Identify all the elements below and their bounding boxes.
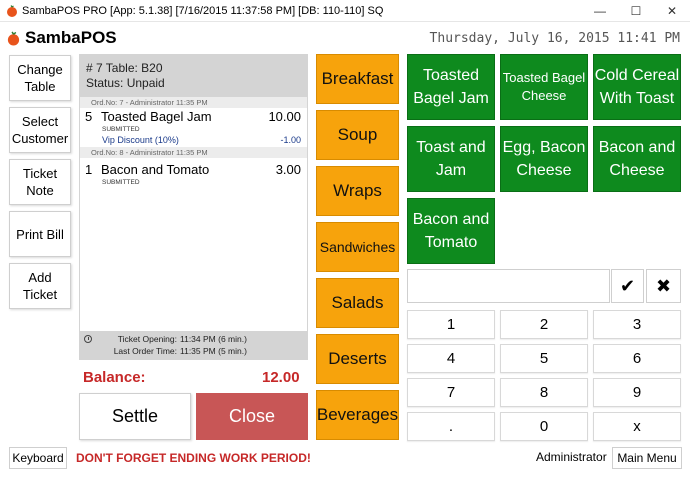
menu-item-toasted-bagel-cheese[interactable]: Toasted Bagel Cheese bbox=[500, 54, 588, 120]
menu-item-bacon-and-cheese[interactable]: Bacon and Cheese bbox=[593, 126, 681, 192]
order-item-name: Bacon and Tomato bbox=[101, 162, 210, 177]
category-salads[interactable]: Salads bbox=[316, 278, 399, 328]
select-customer-button[interactable]: Select Customer bbox=[9, 107, 71, 153]
last-order-value: 11:35 PM (5 min.) bbox=[180, 346, 247, 356]
numpad-input[interactable] bbox=[407, 269, 610, 303]
category-breakfast[interactable]: Breakfast bbox=[316, 54, 399, 104]
numpad-key[interactable]: x bbox=[593, 412, 681, 441]
balance-value: 12.00 bbox=[262, 369, 300, 386]
category-sandwiches[interactable]: Sandwiches bbox=[316, 222, 399, 272]
numpad-key[interactable]: 6 bbox=[593, 344, 681, 373]
numpad-key[interactable]: 9 bbox=[593, 378, 681, 407]
numpad-key[interactable]: . bbox=[407, 412, 495, 441]
numpad-key[interactable]: 0 bbox=[500, 412, 588, 441]
numpad-key[interactable]: 5 bbox=[500, 344, 588, 373]
window-titlebar: SambaPOS PRO [App: 5.1.38] [7/16/2015 11… bbox=[0, 0, 690, 22]
category-deserts[interactable]: Deserts bbox=[316, 334, 399, 384]
ticket-note-button[interactable]: Ticket Note bbox=[9, 159, 71, 205]
check-icon[interactable]: ✔ bbox=[611, 269, 644, 303]
minimize-button[interactable]: — bbox=[582, 0, 618, 22]
menu-item-toast-and-jam[interactable]: Toast and Jam bbox=[407, 126, 495, 192]
numpad-key[interactable]: 3 bbox=[593, 310, 681, 339]
ticket-panel: # 7 Table: B20 Status: Unpaid Ord.No: 7 … bbox=[79, 54, 308, 360]
order-meta: Ord.No: 8 - Administrator 11:35 PM bbox=[80, 147, 307, 158]
window-title: SambaPOS PRO [App: 5.1.38] [7/16/2015 11… bbox=[22, 4, 384, 17]
main-menu-button[interactable]: Main Menu bbox=[612, 447, 682, 469]
category-beverages[interactable]: Beverages bbox=[316, 390, 399, 440]
order-meta: Ord.No: 7 - Administrator 11:35 PM bbox=[80, 97, 307, 108]
current-user: Administrator bbox=[536, 450, 607, 464]
menu-item-egg-bacon-cheese[interactable]: Egg, Bacon Cheese bbox=[500, 126, 588, 192]
order-block[interactable]: Ord.No: 7 - Administrator 11:35 PM 5 Toa… bbox=[80, 97, 307, 147]
order-price: 10.00 bbox=[268, 109, 301, 124]
balance-label: Balance: bbox=[83, 369, 146, 386]
brand-name: SambaPOS bbox=[25, 28, 117, 47]
tomato-icon bbox=[7, 31, 20, 46]
ticket-footer: Ticket Opening: 11:34 PM (6 min.) Last Or… bbox=[80, 331, 307, 359]
menu-item-bacon-and-tomato[interactable]: Bacon and Tomato bbox=[407, 198, 495, 264]
work-period-warning: DON'T FORGET ENDING WORK PERIOD! bbox=[76, 451, 311, 465]
keyboard-button[interactable]: Keyboard bbox=[9, 447, 67, 469]
numpad-key[interactable]: 1 bbox=[407, 310, 495, 339]
order-state: SUBMITTED bbox=[102, 126, 140, 133]
close-ticket-button[interactable]: Close bbox=[196, 393, 308, 440]
clear-icon[interactable]: ✖ bbox=[646, 269, 681, 303]
order-discount: Vip Discount (10%) -1.00 bbox=[80, 134, 307, 147]
add-ticket-button[interactable]: Add Ticket bbox=[9, 263, 71, 309]
discount-name: Vip Discount (10%) bbox=[102, 135, 179, 145]
order-price: 3.00 bbox=[275, 162, 301, 177]
order-quantity: 1 bbox=[85, 162, 93, 177]
order-line[interactable]: 5 Toasted Bagel Jam 10.00 bbox=[80, 108, 307, 125]
order-line[interactable]: 1 Bacon and Tomato 3.00 bbox=[80, 161, 307, 178]
print-bill-button[interactable]: Print Bill bbox=[9, 211, 71, 257]
ticket-opening-value: 11:34 PM (6 min.) bbox=[180, 334, 247, 344]
change-table-button[interactable]: Change Table bbox=[9, 55, 71, 101]
numpad-key[interactable]: 8 bbox=[500, 378, 588, 407]
tomato-icon bbox=[7, 4, 17, 17]
clock-icon bbox=[84, 335, 92, 343]
ticket-table: # 7 Table: B20 bbox=[86, 61, 163, 75]
numpad-key[interactable]: 2 bbox=[500, 310, 588, 339]
order-state: SUBMITTED bbox=[102, 179, 140, 186]
order-item-name: Toasted Bagel Jam bbox=[101, 109, 212, 124]
window-close-button[interactable]: ✕ bbox=[654, 0, 690, 22]
settle-button[interactable]: Settle bbox=[79, 393, 191, 440]
numpad-key[interactable]: 7 bbox=[407, 378, 495, 407]
order-block[interactable]: Ord.No: 8 - Administrator 11:35 PM 1 Bac… bbox=[80, 147, 307, 187]
menu-item-toasted-bagel-jam[interactable]: Toasted Bagel Jam bbox=[407, 54, 495, 120]
current-datetime: Thursday, July 16, 2015 11:41 PM bbox=[429, 31, 680, 46]
discount-value: -1.00 bbox=[280, 135, 301, 145]
category-wraps[interactable]: Wraps bbox=[316, 166, 399, 216]
last-order-label: Last Order Time: bbox=[113, 346, 177, 356]
menu-item-cold-cereal-with-toast[interactable]: Cold Cereal With Toast bbox=[593, 54, 681, 120]
brand-logo: SambaPOS bbox=[6, 28, 117, 48]
maximize-button[interactable]: ☐ bbox=[618, 0, 654, 22]
numpad-key[interactable]: 4 bbox=[407, 344, 495, 373]
ticket-status: Status: Unpaid bbox=[86, 76, 165, 90]
ticket-header: # 7 Table: B20 Status: Unpaid bbox=[80, 55, 307, 97]
category-soup[interactable]: Soup bbox=[316, 110, 399, 160]
order-quantity: 5 bbox=[85, 109, 93, 124]
ticket-opening-label: Ticket Opening: bbox=[117, 334, 177, 344]
